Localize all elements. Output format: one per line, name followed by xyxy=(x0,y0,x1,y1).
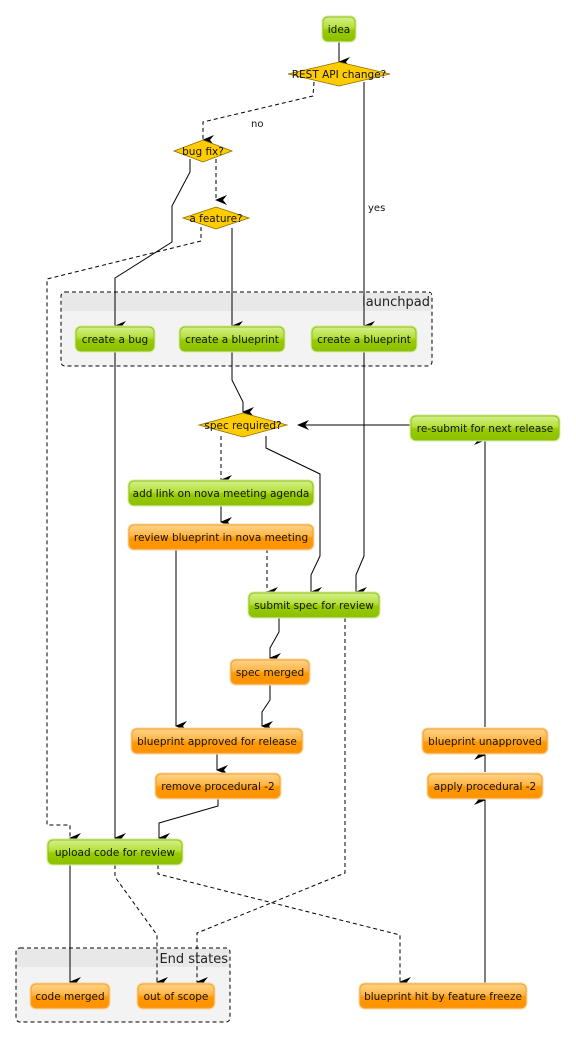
node-code-merged: code merged xyxy=(29,982,111,1010)
node-blueprint-approved: blueprint approved for release xyxy=(130,727,304,755)
node-remove-procedural: remove procedural -2 xyxy=(154,772,282,800)
node-create-blueprint-2: create a blueprint xyxy=(310,325,418,353)
node-spec-merged: spec merged xyxy=(229,658,311,686)
node-label: apply procedural -2 xyxy=(434,781,536,793)
workflow-diagram: launchpad End states no yes ideaREST API… xyxy=(15,15,561,1023)
node-label: REST API change? xyxy=(292,69,387,81)
node-bug-fix: bug fix? xyxy=(172,139,234,163)
edge-label-yes: yes xyxy=(368,203,385,214)
edge-submit-spec-to-spec-merged xyxy=(269,618,281,663)
edge-spec-merged-to-blueprint-approved xyxy=(261,685,273,731)
node-label: bug fix? xyxy=(182,146,224,158)
node-out-of-scope: out of scope xyxy=(136,982,216,1010)
edge-spec-required-to-submit-spec xyxy=(265,436,322,597)
node-spec-required: spec required? xyxy=(197,412,289,438)
group-title-end-states: End states xyxy=(159,952,228,967)
node-blueprint-unapproved: blueprint unapproved xyxy=(421,727,549,755)
node-feature-freeze: blueprint hit by feature freeze xyxy=(358,982,528,1010)
node-label: re-submit for next release xyxy=(417,423,553,435)
node-idea: idea xyxy=(321,15,357,43)
edge-rest-api-to-bug-fix xyxy=(202,81,315,145)
node-label: code merged xyxy=(35,991,104,1003)
node-label: blueprint hit by feature freeze xyxy=(364,991,522,1003)
node-submit-spec: submit spec for review xyxy=(247,591,381,619)
node-label: create a blueprint xyxy=(185,334,279,346)
edge-remove-procedural-to-upload-code xyxy=(158,798,219,843)
node-label: a feature? xyxy=(189,213,242,225)
edge-label-no: no xyxy=(251,119,263,130)
node-label: remove procedural -2 xyxy=(161,781,274,793)
node-label: review blueprint in nova meeting xyxy=(134,532,308,544)
node-apply-procedural: apply procedural -2 xyxy=(426,772,544,800)
node-label: spec merged xyxy=(236,667,304,679)
node-add-link: add link on nova meeting agenda xyxy=(127,479,315,507)
node-resubmit: re-submit for next release xyxy=(409,414,561,442)
node-label: create a bug xyxy=(82,334,148,346)
node-upload-code: upload code for review xyxy=(46,838,184,866)
node-label: spec required? xyxy=(204,420,281,432)
node-label: blueprint unapproved xyxy=(428,736,542,748)
node-label: add link on nova meeting agenda xyxy=(133,488,310,500)
node-create-blueprint-1: create a blueprint xyxy=(178,325,286,353)
node-label: upload code for review xyxy=(55,847,176,859)
node-label: create a blueprint xyxy=(317,334,411,346)
node-review-blueprint: review blueprint in nova meeting xyxy=(127,523,315,551)
node-label: submit spec for review xyxy=(254,600,374,612)
node-rest-api-change: REST API change? xyxy=(287,61,391,87)
group-title-launchpad: launchpad xyxy=(362,295,430,310)
edge-create-blueprint-2-to-submit-spec xyxy=(355,351,367,597)
node-label: idea xyxy=(328,24,350,36)
node-a-feature: a feature? xyxy=(181,206,251,230)
node-label: blueprint approved for release xyxy=(137,736,297,748)
node-label: out of scope xyxy=(144,991,209,1003)
node-create-bug: create a bug xyxy=(74,325,156,353)
